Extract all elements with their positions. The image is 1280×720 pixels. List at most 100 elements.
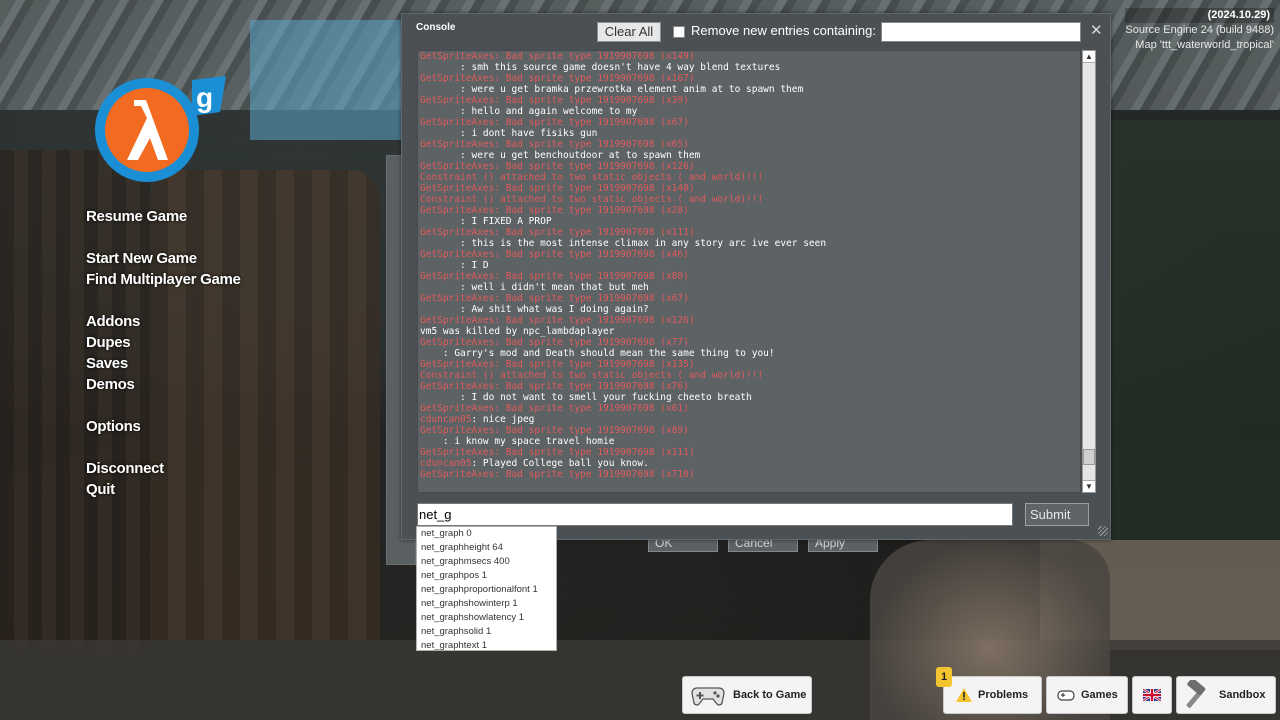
console-log-line: GetSpriteAxes: Bad sprite type 191990769… (420, 205, 689, 216)
console-log-line: GetSpriteAxes: Bad sprite type 191990769… (420, 337, 689, 348)
autocomplete-option[interactable]: net_graphpos 1 (417, 569, 556, 583)
console-player-name: cduncan05 (420, 458, 472, 469)
console-log-line: : were u get benchoutdoor at to spawn th… (420, 150, 701, 161)
gmod-logo: g (95, 76, 226, 182)
menu-disconnect[interactable]: Disconnect (86, 458, 241, 479)
autocomplete-option[interactable]: net_graphmsecs 400 (417, 555, 556, 569)
games-button[interactable]: Games (1046, 676, 1128, 714)
autocomplete-option[interactable]: net_graphshowinterp 1 (417, 597, 556, 611)
console-log-line: GetSpriteAxes: Bad sprite type 191990769… (420, 403, 689, 414)
problems-count-badge: 1 (936, 667, 952, 687)
map-name: Map 'ttt_waterworld_tropical' (1135, 39, 1274, 51)
console-message-text: : Played College ball you know. (471, 458, 649, 469)
console-log-line: GetSpriteAxes: Bad sprite type 191990769… (420, 117, 689, 128)
console-command-input[interactable]: net_g (417, 503, 1013, 526)
console-title: Console (416, 22, 456, 33)
background-rock (1100, 120, 1280, 540)
console-log: GetSpriteAxes: Bad sprite type 191990769… (417, 50, 1081, 493)
version-notice: (2024.10.29) (1125, 8, 1274, 23)
console-log-line: : Aw shit what was I doing again? (420, 304, 649, 315)
console-log-line: GetSpriteAxes: Bad sprite type 191990769… (420, 161, 695, 172)
version-info: (2024.10.29) Source Engine 24 (build 948… (1125, 8, 1274, 53)
games-controller-icon (1057, 689, 1075, 701)
games-label: Games (1081, 689, 1118, 701)
warning-icon (956, 688, 972, 702)
menu-demos[interactable]: Demos (86, 374, 241, 395)
submit-button[interactable]: Submit (1025, 503, 1089, 526)
remove-entries-label: Remove new entries containing: (691, 23, 876, 38)
console-log-line: GetSpriteAxes: Bad sprite type 191990769… (420, 95, 689, 106)
resize-grip-icon[interactable] (1098, 526, 1108, 536)
console-log-line: : hello and again welcome to my (420, 106, 638, 117)
console-log-line: : Garry's mod and Death should mean the … (420, 348, 775, 359)
console-log-line: GetSpriteAxes: Bad sprite type 191990769… (420, 271, 689, 282)
console-log-line: GetSpriteAxes: Bad sprite type 191990769… (420, 359, 695, 370)
remove-entries-input[interactable] (881, 22, 1081, 42)
console-log-line: GetSpriteAxes: Bad sprite type 191990769… (420, 183, 695, 194)
sandbox-label: Sandbox (1219, 689, 1266, 701)
autocomplete-option[interactable]: net_graphshowlatency 1 (417, 611, 556, 625)
language-button[interactable] (1132, 676, 1172, 714)
console-log-line: : i dont have fisiks gun (420, 128, 598, 139)
console-log-line: : were u get bramka przewrotka element a… (420, 84, 804, 95)
menu-quit[interactable]: Quit (86, 479, 241, 500)
console-log-line: cduncan05: Played College ball you know. (420, 458, 1080, 469)
scroll-up-icon[interactable]: ▲ (1083, 51, 1095, 63)
gamepad-icon (691, 687, 725, 706)
main-menu: Resume Game Start New Game Find Multipla… (86, 206, 241, 500)
console-log-line: GetSpriteAxes: Bad sprite type 191990769… (420, 315, 695, 326)
console-log-line: vm5 was killed by npc_lambdaplayer (420, 326, 615, 337)
clear-all-button[interactable]: Clear All (597, 22, 661, 42)
menu-saves[interactable]: Saves (86, 353, 241, 374)
background-sky (250, 20, 410, 140)
svg-text:g: g (196, 82, 213, 113)
console-log-line: : I FIXED A PROP (420, 216, 552, 227)
console-window: Console Clear All Remove new entries con… (401, 13, 1111, 540)
problems-label: Problems (978, 689, 1029, 701)
autocomplete-option[interactable]: net_graph 0 (417, 527, 556, 541)
console-log-line: : this is the most intense climax in any… (420, 238, 827, 249)
scroll-thumb[interactable] (1083, 449, 1095, 465)
console-player-name: cduncan05 (420, 414, 472, 425)
console-log-line: GetSpriteAxes: Bad sprite type 191990769… (420, 447, 695, 458)
console-log-line: GetSpriteAxes: Bad sprite type 191990769… (420, 249, 689, 260)
console-log-line: : I D (420, 260, 489, 271)
autocomplete-option[interactable]: net_graphtext 1 (417, 639, 556, 650)
console-log-line: Constraint () attached to two static obj… (420, 194, 764, 205)
menu-start-new-game[interactable]: Start New Game (86, 248, 241, 269)
console-log-line: : well i didn't mean that but meh (420, 282, 649, 293)
console-log-line: GetSpriteAxes: Bad sprite type 191990769… (420, 73, 695, 84)
remove-entries-checkbox[interactable] (673, 26, 685, 38)
console-message-text: : nice jpeg (471, 414, 535, 425)
uk-flag-icon (1143, 689, 1161, 701)
console-log-line: : I do not want to smell your fucking ch… (420, 392, 752, 403)
console-log-line: cduncan05: nice jpeg (420, 414, 1080, 425)
menu-options[interactable]: Options (86, 416, 241, 437)
console-log-line: GetSpriteAxes: Bad sprite type 191990769… (420, 381, 689, 392)
console-log-line: GetSpriteAxes: Bad sprite type 191990769… (420, 293, 689, 304)
console-log-lines: GetSpriteAxes: Bad sprite type 191990769… (418, 51, 1080, 480)
menu-addons[interactable]: Addons (86, 311, 241, 332)
menu-resume-game[interactable]: Resume Game (86, 206, 241, 227)
console-scrollbar[interactable]: ▲ ▼ (1082, 50, 1096, 493)
back-to-game-label: Back to Game (733, 689, 807, 701)
console-log-line: GetSpriteAxes: Bad sprite type 191990769… (420, 425, 689, 436)
console-log-line: Constraint () attached to two static obj… (420, 370, 764, 381)
scroll-down-icon[interactable]: ▼ (1083, 480, 1095, 492)
close-icon[interactable]: ✕ (1090, 21, 1103, 39)
console-log-line: GetSpriteAxes: Bad sprite type 191990769… (420, 469, 695, 480)
menu-find-multiplayer-game[interactable]: Find Multiplayer Game (86, 269, 241, 290)
sandbox-button[interactable]: Sandbox (1176, 676, 1276, 714)
autocomplete-option[interactable]: net_graphproportionalfont 1 (417, 583, 556, 597)
problems-button[interactable]: Problems (943, 676, 1042, 714)
console-log-line: GetSpriteAxes: Bad sprite type 191990769… (420, 139, 689, 150)
engine-version: Source Engine 24 (build 9488) (1125, 24, 1274, 36)
console-log-line: GetSpriteAxes: Bad sprite type 191990769… (420, 227, 695, 238)
autocomplete-list: net_graph 0 net_graphheight 64 net_graphms… (416, 526, 557, 651)
hammer-icon (1186, 680, 1206, 709)
console-log-line: GetSpriteAxes: Bad sprite type 191990769… (420, 51, 695, 62)
autocomplete-option[interactable]: net_graphsolid 1 (417, 625, 556, 639)
back-to-game-button[interactable]: Back to Game (682, 676, 812, 714)
autocomplete-option[interactable]: net_graphheight 64 (417, 541, 556, 555)
menu-dupes[interactable]: Dupes (86, 332, 241, 353)
